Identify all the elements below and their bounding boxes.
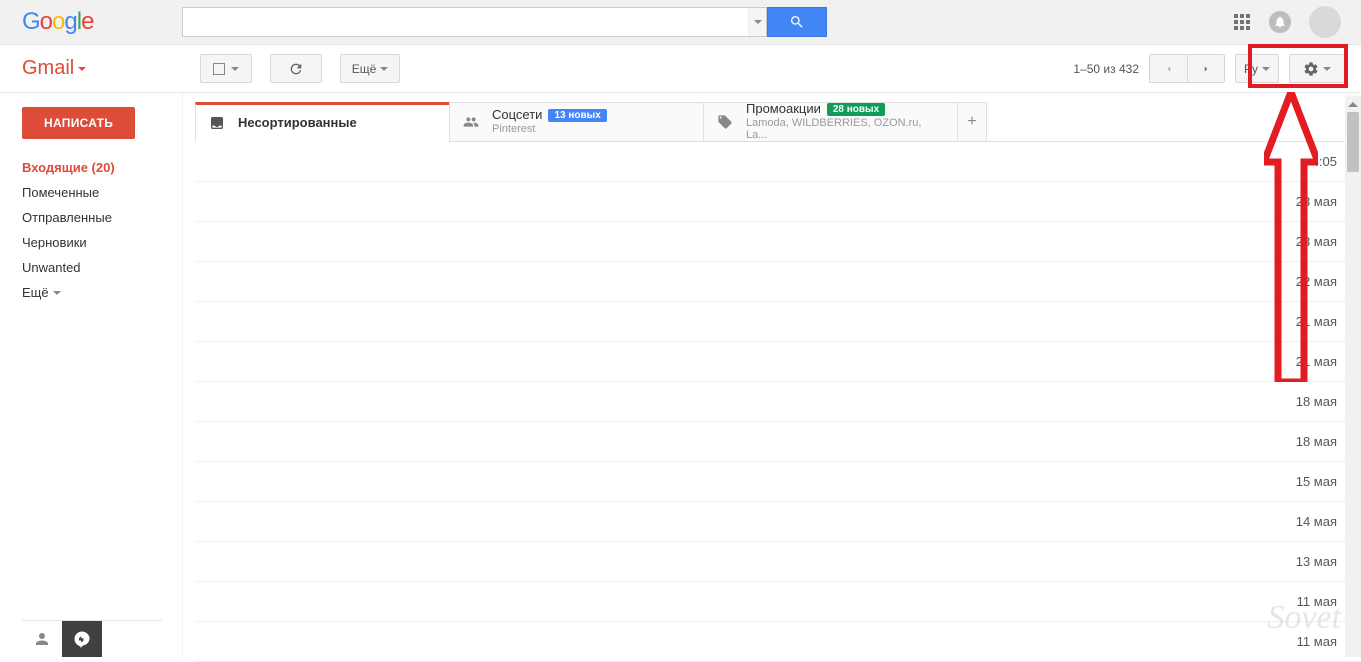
- main-panel: Несортированные Соцсети 13 новыхPinterest П…: [182, 93, 1361, 657]
- mail-row[interactable]: 21 мая: [195, 342, 1361, 382]
- more-label: Ещё: [352, 62, 377, 76]
- mail-row[interactable]: 11 мая: [195, 622, 1361, 662]
- mail-date: 23 мая: [1296, 194, 1337, 209]
- contacts-tab[interactable]: [22, 621, 62, 657]
- mail-date: 13 мая: [1296, 554, 1337, 569]
- mail-date: 11 мая: [1297, 594, 1337, 609]
- sidebar-item-2[interactable]: Отправленные: [22, 205, 182, 230]
- select-all-button[interactable]: [200, 54, 252, 83]
- sidebar-more-label: Ещё: [22, 285, 49, 300]
- caret-down-icon: [1323, 67, 1331, 71]
- mail-date: 4:05: [1312, 154, 1337, 169]
- apps-icon[interactable]: [1233, 13, 1251, 31]
- sidebar-item-1[interactable]: Помеченные: [22, 180, 182, 205]
- mail-row[interactable]: 23 мая: [195, 222, 1361, 262]
- tab-subtitle: Lamoda, WILDBERRIES, OZON.ru, La...: [746, 117, 945, 142]
- inbox-icon: [208, 115, 226, 131]
- mail-row[interactable]: 18 мая: [195, 422, 1361, 462]
- settings-button[interactable]: [1289, 54, 1345, 83]
- mail-row[interactable]: 11 мая: [195, 582, 1361, 622]
- header: Google: [0, 0, 1361, 45]
- category-tab-1[interactable]: Соцсети 13 новыхPinterest: [449, 102, 703, 141]
- mail-row[interactable]: 4:05: [195, 142, 1361, 182]
- mail-date: 11 мая: [1297, 634, 1337, 649]
- tab-badge: 28 новых: [827, 103, 885, 117]
- mail-row[interactable]: 22 мая: [195, 262, 1361, 302]
- sidebar: НАПИСАТЬ Входящие (20)ПомеченныеОтправле…: [0, 93, 182, 657]
- sidebar-item-3[interactable]: Черновики: [22, 230, 182, 255]
- mail-date: 15 мая: [1296, 474, 1337, 489]
- tab-title: Соцсети: [492, 108, 542, 123]
- hangouts-tab[interactable]: [62, 621, 102, 657]
- mail-row[interactable]: 15 мая: [195, 462, 1361, 502]
- search-bar: [182, 7, 827, 37]
- mail-date: 18 мая: [1296, 434, 1337, 449]
- mail-date: 18 мая: [1296, 394, 1337, 409]
- mail-row[interactable]: 21 мая: [195, 302, 1361, 342]
- tab-badge: 13 новых: [548, 109, 606, 123]
- mail-date: 23 мая: [1296, 234, 1337, 249]
- mail-date: 21 мая: [1296, 354, 1337, 369]
- tab-subtitle: Pinterest: [492, 123, 607, 136]
- compose-button[interactable]: НАПИСАТЬ: [22, 107, 135, 139]
- tab-title: Несортированные: [238, 116, 357, 131]
- hangouts-icon: [73, 630, 91, 648]
- search-button[interactable]: [767, 7, 827, 37]
- scroll-up-button[interactable]: [1345, 96, 1361, 112]
- mail-row[interactable]: 23 мая: [195, 182, 1361, 222]
- gmail-brand-dropdown[interactable]: Gmail: [22, 57, 200, 80]
- caret-down-icon: [1262, 67, 1270, 71]
- checkbox-icon: [213, 63, 225, 75]
- search-options-dropdown[interactable]: [748, 8, 766, 36]
- mail-row[interactable]: 18 мая: [195, 382, 1361, 422]
- caret-down-icon: [380, 67, 388, 71]
- person-icon: [33, 630, 51, 648]
- caret-down-icon: [53, 291, 61, 295]
- category-tab-2[interactable]: Промоакции 28 новыхLamoda, WILDBERRIES, O…: [703, 102, 957, 141]
- refresh-button[interactable]: [270, 54, 322, 83]
- gear-icon: [1303, 61, 1319, 77]
- next-page-button[interactable]: [1187, 54, 1225, 83]
- mail-date: 22 мая: [1296, 274, 1337, 289]
- toolbar: Gmail Ещё 1–50 из 432 Ру: [0, 45, 1361, 93]
- sidebar-more[interactable]: Ещё: [22, 280, 182, 305]
- caret-down-icon: [231, 67, 239, 71]
- scroll-thumb[interactable]: [1347, 112, 1359, 172]
- search-input[interactable]: [183, 8, 748, 36]
- notifications-icon[interactable]: [1269, 11, 1291, 33]
- people-icon: [462, 114, 480, 130]
- prev-page-button[interactable]: [1149, 54, 1187, 83]
- sidebar-item-4[interactable]: Unwanted: [22, 255, 182, 280]
- add-tab-button[interactable]: +: [957, 102, 987, 141]
- chevron-left-icon: [1164, 64, 1174, 74]
- caret-down-icon: [78, 67, 86, 71]
- more-button[interactable]: Ещё: [340, 54, 400, 83]
- google-logo[interactable]: Google: [22, 8, 182, 36]
- refresh-icon: [288, 61, 304, 77]
- tab-title: Промоакции: [746, 102, 821, 117]
- tag-icon: [716, 114, 734, 130]
- input-tools-button[interactable]: Ру: [1235, 54, 1279, 83]
- mail-row[interactable]: 14 мая: [195, 502, 1361, 542]
- mail-date: 21 мая: [1296, 314, 1337, 329]
- mail-row[interactable]: 13 мая: [195, 542, 1361, 582]
- chevron-right-icon: [1201, 64, 1211, 74]
- lang-label: Ру: [1244, 62, 1258, 76]
- scrollbar[interactable]: [1345, 96, 1361, 657]
- mail-date: 14 мая: [1296, 514, 1337, 529]
- search-icon: [789, 14, 805, 30]
- plus-icon: +: [967, 113, 976, 131]
- account-avatar[interactable]: [1309, 6, 1341, 38]
- pagination-text: 1–50 из 432: [1073, 62, 1139, 76]
- sidebar-item-0[interactable]: Входящие (20): [22, 155, 182, 180]
- category-tab-0[interactable]: Несортированные: [195, 102, 449, 142]
- brand-label: Gmail: [22, 57, 74, 80]
